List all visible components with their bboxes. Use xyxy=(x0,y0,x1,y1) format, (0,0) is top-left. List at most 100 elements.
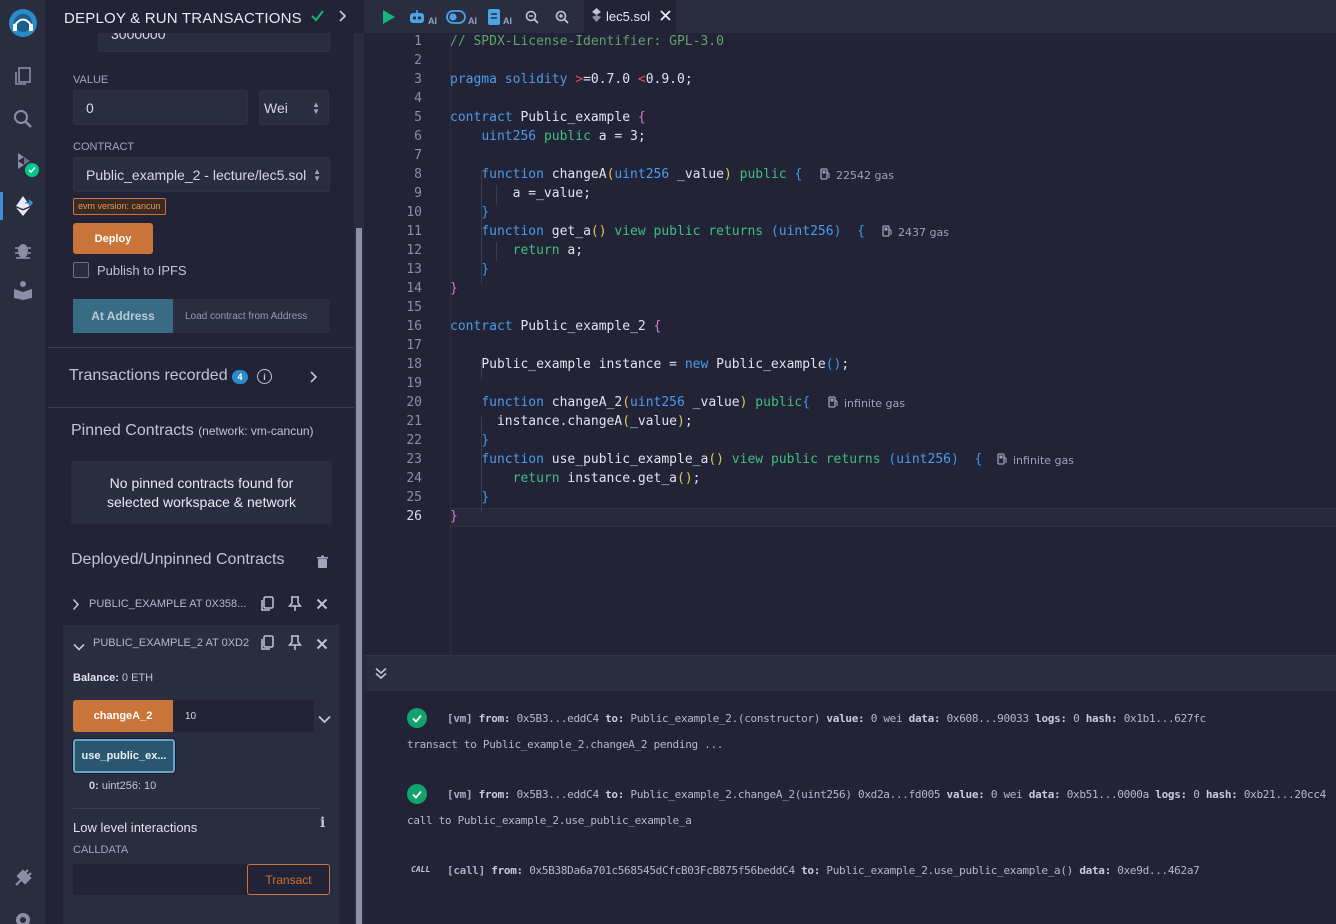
run-script-icon[interactable] xyxy=(382,7,396,27)
learneth-icon[interactable] xyxy=(9,276,37,304)
output-value: uint256: 10 xyxy=(101,780,157,792)
code-line: Public_example instance = new Public_exa… xyxy=(481,357,850,372)
search-icon[interactable] xyxy=(9,105,37,133)
deploy-run-icon[interactable] xyxy=(9,192,37,220)
ai-copilot-icon[interactable]: AI xyxy=(408,7,437,27)
code-line: function get_a() view public returns (ui… xyxy=(481,224,865,239)
gas-value: infinite gas xyxy=(1013,454,1075,467)
use-public-example-a-button[interactable]: use_public_ex... xyxy=(73,739,175,773)
chevron-right-icon[interactable] xyxy=(309,370,319,389)
log-tag: [call] xyxy=(447,864,485,877)
chevron-right-icon[interactable] xyxy=(72,598,80,616)
log-label: from: xyxy=(478,788,511,801)
log-to: Public_example_2.(constructor) xyxy=(630,712,821,725)
line-number: 4 xyxy=(414,91,422,106)
gas-estimate-get_a: 2437 gas xyxy=(882,225,949,240)
scrollbar-thumb[interactable] xyxy=(356,228,362,924)
gas-value: infinite gas xyxy=(844,397,906,410)
remix-logo-icon[interactable] xyxy=(8,8,38,38)
divider xyxy=(73,808,321,809)
log-label: value: xyxy=(946,788,985,801)
line-number: 17 xyxy=(406,338,422,353)
copy-icon[interactable] xyxy=(260,635,275,656)
calldata-input[interactable] xyxy=(73,864,247,895)
log-entry-1[interactable]: [vm] from: 0x5B3...eddC4 to: Public_exam… xyxy=(447,712,1206,725)
log-label: value: xyxy=(826,712,865,725)
low-level-interactions-label: Low level interactions xyxy=(73,820,198,835)
code-line: return a; xyxy=(512,243,584,258)
load-address-input[interactable]: Load contract from Address xyxy=(173,299,330,333)
line-number: 15 xyxy=(406,300,422,315)
close-icon[interactable] xyxy=(316,597,328,615)
value-unit-select[interactable]: Wei ▲ ▼ xyxy=(259,90,329,125)
ai-toggle-icon[interactable]: AI xyxy=(446,7,477,27)
balance-display: Balance: 0 ETH xyxy=(73,672,153,684)
tab-lec5-sol[interactable]: lec5.sol xyxy=(584,0,676,33)
pinned-title-text: Pinned Contracts xyxy=(71,422,194,439)
value-input[interactable]: 0 xyxy=(73,90,248,125)
log-from: 0x5B38Da6a701c568545dCfcB03FcB875f56bedd… xyxy=(529,864,795,877)
log-entry-2[interactable]: [vm] from: 0x5B3...eddC4 to: Public_exam… xyxy=(447,788,1326,801)
current-line-highlight xyxy=(450,508,1336,527)
contract-select[interactable]: Public_example_2 - lecture/lec5.sol ▲ ▼ xyxy=(73,157,330,192)
line-number: 14 xyxy=(406,281,422,296)
log-entry-3[interactable]: [call] from: 0x5B38Da6a701c568545dCfcB03… xyxy=(447,864,1200,877)
code-line: } xyxy=(450,509,458,524)
value-label: VALUE xyxy=(73,74,109,86)
file-explorer-icon[interactable] xyxy=(9,62,37,90)
trash-icon[interactable] xyxy=(316,555,329,574)
ai-docs-icon[interactable]: AI xyxy=(487,7,512,27)
transactions-recorded-label[interactable]: Transactions recorded xyxy=(69,367,228,385)
publish-ipfs-checkbox[interactable] xyxy=(73,262,89,278)
compile-success-icon xyxy=(25,163,39,177)
info-icon[interactable]: i xyxy=(320,815,325,831)
chevron-down-icon[interactable] xyxy=(73,639,85,657)
close-panel-chevron-icon[interactable] xyxy=(337,8,349,29)
output-index: 0: xyxy=(89,780,99,792)
transact-button[interactable]: Transact xyxy=(247,864,330,895)
log-label: hash: xyxy=(1085,712,1118,725)
log-from: 0x5B3...eddC4 xyxy=(516,788,600,801)
close-icon[interactable] xyxy=(316,637,328,655)
deployed-contract-row[interactable]: PUBLIC_EXAMPLE_2 AT 0XD2A... xyxy=(63,625,339,663)
line-number: 21 xyxy=(406,414,422,429)
zoom-in-icon[interactable] xyxy=(555,7,569,27)
collapse-terminal-icon[interactable] xyxy=(375,667,387,685)
log-label: to: xyxy=(605,712,625,725)
code-line: function changeA_2(uint256 _value) publi… xyxy=(481,395,811,410)
chevron-down-icon[interactable] xyxy=(318,711,331,729)
code-line: function use_public_example_a() view pub… xyxy=(481,452,983,467)
line-number: 26 xyxy=(406,509,422,524)
pin-icon[interactable] xyxy=(287,596,303,617)
code-line: uint256 public a = 3; xyxy=(481,129,646,144)
code-editor[interactable]: 1 2 3 4 5 6 7 8 9 10 11 12 13 14 15 16 17 18 19 20 21 22 23 24 2… xyxy=(364,33,1336,655)
changeA_2-button[interactable]: changeA_2 xyxy=(73,700,173,732)
code-line: instance.changeA(_value); xyxy=(496,414,693,429)
line-number: 1 xyxy=(414,34,422,49)
code-area[interactable] xyxy=(450,33,1336,655)
settings-gear-icon[interactable] xyxy=(9,906,37,924)
copy-icon[interactable] xyxy=(260,596,275,617)
pin-icon[interactable] xyxy=(287,635,303,656)
solidity-compiler-icon[interactable] xyxy=(9,148,39,177)
zoom-out-icon[interactable] xyxy=(525,7,539,27)
panel-scrollbar[interactable] xyxy=(354,33,364,924)
code-line: function changeA(uint256 _value) public … xyxy=(481,167,803,182)
line-number: 19 xyxy=(406,376,422,391)
select-arrows-icon: ▲ ▼ xyxy=(312,99,320,116)
value-unit: Wei xyxy=(264,99,288,116)
info-icon[interactable]: i xyxy=(257,369,272,384)
at-address-button[interactable]: At Address xyxy=(73,299,173,333)
changeA_2-arg-input[interactable]: 10 xyxy=(173,700,314,732)
log-label: logs: xyxy=(1035,712,1067,725)
contract-selected: Public_example_2 - lecture/lec5.sol xyxy=(86,166,307,183)
calldata-label: CALLDATA xyxy=(73,844,129,856)
deployed-contract-row[interactable]: PUBLIC_EXAMPLE AT 0X358...D5E xyxy=(63,586,339,624)
debugger-icon[interactable] xyxy=(9,236,37,264)
gas-value: 22542 gas xyxy=(836,169,894,182)
deploy-button[interactable]: Deploy xyxy=(73,223,153,254)
ai-label: AI xyxy=(468,16,477,26)
line-number: 9 xyxy=(414,186,422,201)
plugin-manager-icon[interactable] xyxy=(9,864,37,892)
close-tab-icon[interactable] xyxy=(660,9,671,24)
